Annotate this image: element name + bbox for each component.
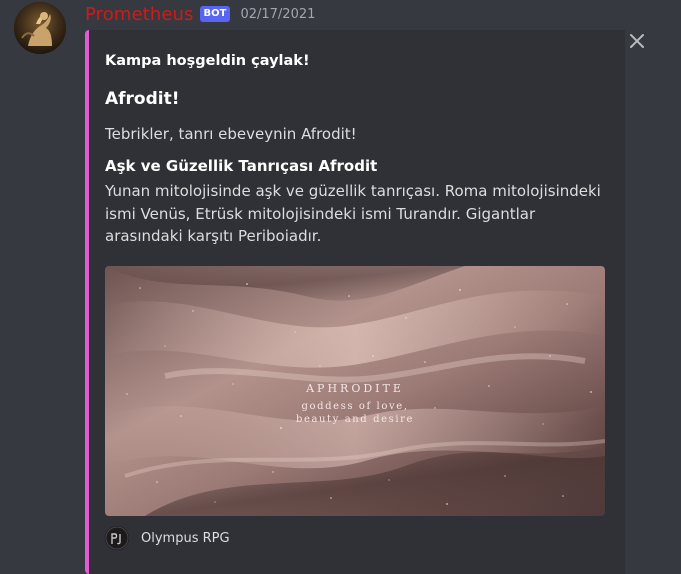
image-subtitle: goddess of love, beauty and desire	[105, 400, 605, 426]
embed-description: Tebrikler, tanrı ebeveynin Afrodit!	[105, 125, 357, 143]
close-button[interactable]	[626, 30, 648, 52]
embed-image[interactable]: APHRODITE goddess of love, beauty and de…	[105, 266, 605, 516]
olympus-logo-icon	[105, 526, 129, 550]
rich-embed: Kampa hoşgeldin çaylak! Afrodit! Tebrikl…	[85, 30, 625, 574]
message-header: Prometheus BOT 02/17/2021	[85, 2, 315, 26]
username[interactable]: Prometheus	[85, 4, 194, 25]
image-subtitle-line1: goddess of love,	[301, 401, 409, 412]
close-icon	[630, 34, 644, 48]
prometheus-avatar-icon	[14, 2, 66, 54]
image-subtitle-line2: beauty and desire	[295, 414, 415, 425]
message-timestamp: 02/17/2021	[240, 6, 316, 22]
embed-author: Kampa hoşgeldin çaylak!	[105, 53, 310, 69]
embed-field-value: Yunan mitolojisinde aşk ve güzellik tanr…	[105, 182, 601, 245]
embed-footer-text: Olympus RPG	[141, 530, 230, 546]
embed-field-name: Aşk ve Güzellik Tanrıçası Afrodit	[105, 157, 378, 175]
image-title: APHRODITE	[306, 382, 404, 395]
bot-badge: BOT	[199, 6, 231, 22]
chat-message: Prometheus BOT 02/17/2021 Kampa hoşgeldi…	[0, 0, 681, 574]
embed-footer: Olympus RPG	[105, 525, 230, 551]
user-avatar[interactable]	[14, 2, 66, 54]
embed-title: Afrodit!	[105, 89, 180, 109]
